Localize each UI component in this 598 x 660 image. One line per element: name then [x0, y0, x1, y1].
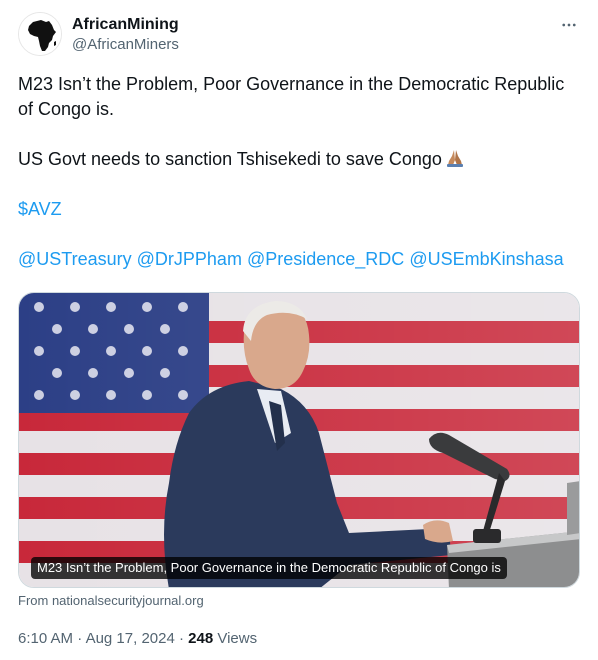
mentions-line: @USTreasury @DrJPPham @Presidence_RDC @U… — [18, 247, 584, 272]
africa-silhouette-icon — [19, 13, 61, 55]
more-button[interactable] — [556, 12, 582, 38]
mention-link[interactable]: @USEmbKinshasa — [409, 249, 563, 269]
more-dots-icon — [562, 23, 576, 27]
speaker-podium-photo — [19, 293, 579, 587]
tweet-line-2-text: US Govt needs to sanction Tshisekedi to … — [18, 149, 442, 169]
tweet-line-2: US Govt needs to sanction Tshisekedi to … — [18, 147, 584, 172]
handle[interactable]: @AfricanMiners — [72, 35, 179, 55]
image-caption: M23 Isn’t the Problem, Poor Governance i… — [31, 557, 507, 579]
tweet-text: M23 Isn’t the Problem, Poor Governance i… — [18, 72, 584, 272]
folded-hands-emoji — [446, 150, 463, 167]
mention-link[interactable]: @DrJPPham — [137, 249, 242, 269]
views-label: Views — [217, 630, 258, 647]
views-count[interactable]: 248 — [188, 630, 213, 647]
mention-link[interactable]: @USTreasury — [18, 249, 132, 269]
avatar[interactable] — [18, 12, 62, 56]
tweet-header: AfricanMining @AfricanMiners — [18, 12, 582, 60]
date[interactable]: Aug 17, 2024 — [86, 630, 175, 647]
display-name[interactable]: AfricanMining — [72, 15, 179, 35]
mention-link[interactable]: @Presidence_RDC — [247, 249, 404, 269]
cashtag-link[interactable]: $AVZ — [18, 197, 584, 222]
tweet-meta: 6:10 AM · Aug 17, 2024 · 248 Views — [18, 629, 257, 649]
link-card-image[interactable]: M23 Isn’t the Problem, Poor Governance i… — [18, 292, 580, 588]
author-names: AfricanMining @AfricanMiners — [72, 15, 179, 55]
meta-separator: · — [73, 630, 86, 647]
meta-separator: · — [174, 630, 189, 647]
timestamp[interactable]: 6:10 AM — [18, 630, 73, 647]
tweet-line-1: M23 Isn’t the Problem, Poor Governance i… — [18, 74, 570, 119]
source-link[interactable]: From nationalsecurityjournal.org — [18, 592, 204, 610]
